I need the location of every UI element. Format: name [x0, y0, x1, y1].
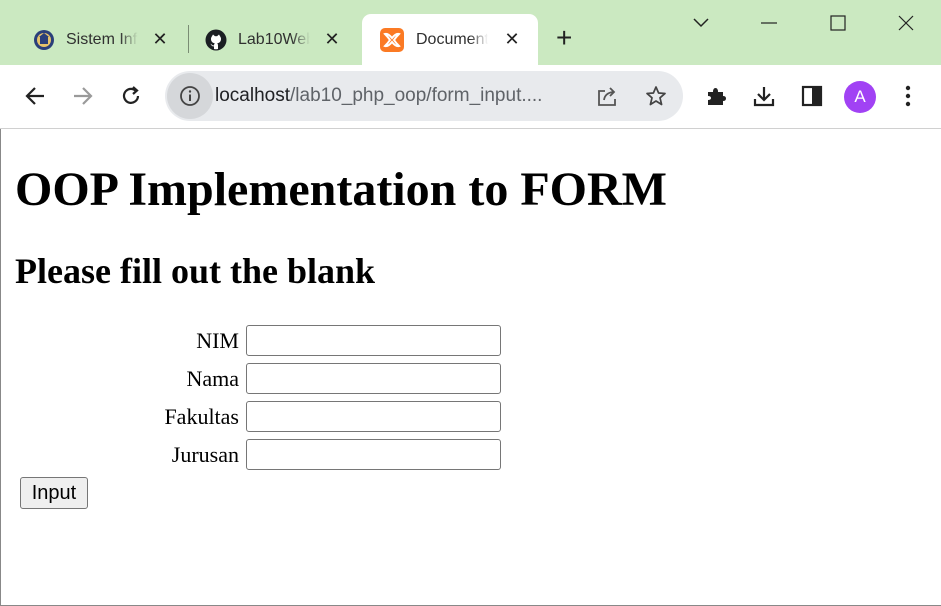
url-host: localhost: [215, 85, 290, 106]
github-icon: [204, 28, 228, 52]
new-tab-icon[interactable]: +: [556, 24, 572, 52]
tab-document[interactable]: Document ✕: [362, 14, 538, 65]
minimize-icon[interactable]: [754, 8, 784, 38]
profile-avatar[interactable]: A: [844, 81, 876, 113]
close-icon[interactable]: ✕: [150, 29, 170, 50]
fakultas-label: Fakultas: [164, 404, 239, 429]
tab-title: Lab10Web: [238, 30, 310, 49]
browser-toolbar: localhost/lab10_php_oop/form_input.... A: [0, 65, 941, 129]
form-row-nim: NIM: [1, 325, 521, 357]
page-content: OOP Implementation to FORM Please fill o…: [0, 129, 941, 606]
xampp-icon: [380, 27, 404, 52]
reload-icon[interactable]: [116, 81, 146, 111]
extensions-puzzle-icon[interactable]: [701, 81, 731, 111]
maximize-icon[interactable]: [823, 8, 853, 38]
form-row-nama: Nama: [1, 363, 521, 395]
nama-label: Nama: [186, 366, 239, 391]
university-logo-icon: [32, 28, 56, 52]
window-close-icon[interactable]: [891, 8, 921, 38]
url-path: /lab10_php_oop/form_input....: [290, 85, 543, 106]
share-icon[interactable]: [593, 81, 623, 111]
forward-arrow-icon[interactable]: [68, 81, 98, 111]
tab-lab10web[interactable]: Lab10Web ✕: [196, 14, 356, 65]
nama-input[interactable]: [246, 363, 501, 394]
nim-input[interactable]: [246, 325, 501, 356]
form-row-fakultas: Fakultas: [1, 401, 521, 433]
download-icon[interactable]: [749, 81, 779, 111]
nim-label: NIM: [196, 328, 239, 353]
side-panel-icon[interactable]: [797, 81, 827, 111]
address-bar[interactable]: localhost/lab10_php_oop/form_input....: [165, 71, 683, 121]
tab-separator: [188, 25, 189, 53]
fakultas-input[interactable]: [246, 401, 501, 432]
form-row-jurusan: Jurusan: [1, 439, 521, 471]
jurusan-label: Jurusan: [171, 442, 239, 467]
site-info-icon[interactable]: [167, 73, 213, 119]
page-title: OOP Implementation to FORM: [15, 163, 667, 216]
tab-sistem-informasi[interactable]: Sistem Informasi ✕: [24, 14, 184, 65]
kebab-menu-icon[interactable]: [893, 81, 923, 111]
bookmark-star-icon[interactable]: [641, 81, 671, 111]
input-submit-button[interactable]: Input: [20, 477, 88, 509]
back-arrow-icon[interactable]: [20, 81, 50, 111]
close-icon[interactable]: ✕: [502, 29, 522, 50]
jurusan-input[interactable]: [246, 439, 501, 470]
tab-title: Document: [416, 30, 488, 49]
tab-title: Sistem Informasi: [66, 30, 138, 49]
tab-search-chevron-down-icon[interactable]: [686, 8, 716, 38]
tab-strip: Sistem Informasi ✕ Lab10Web ✕ Document ✕…: [0, 0, 941, 65]
page-subtitle: Please fill out the blank: [15, 251, 376, 291]
close-icon[interactable]: ✕: [322, 29, 342, 50]
url-text[interactable]: localhost/lab10_php_oop/form_input....: [215, 85, 580, 107]
